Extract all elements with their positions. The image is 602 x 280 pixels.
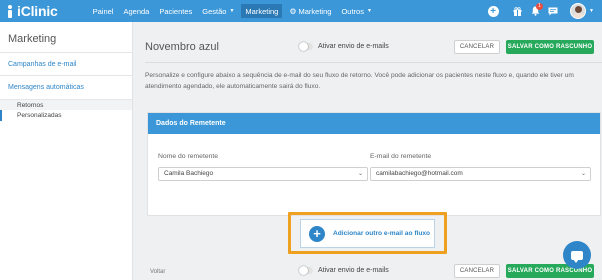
nav-marketing-settings-label: Marketing: [298, 6, 332, 16]
sender-card-title: Dados do Remetente: [148, 113, 600, 134]
nav-outros-label: Outros: [341, 6, 364, 16]
chevron-down-icon: ⌄: [357, 171, 363, 177]
main-nav: Painel Agenda Pacientes Gestão ▼ Marketin…: [88, 0, 377, 22]
flow-description: Personalize e configure abaixo a sequênc…: [145, 72, 574, 90]
footer-cancel-button[interactable]: CANCELAR: [454, 264, 500, 278]
nav-painel[interactable]: Painel: [88, 0, 119, 22]
chevron-down-icon: ▼: [229, 8, 235, 14]
plus-circle-icon: +: [309, 225, 325, 242]
add-email-button[interactable]: + Adicionar outro e-mail ao fluxo: [300, 219, 435, 248]
chevron-down-icon: ▼: [366, 8, 372, 14]
notification-badge: 1: [536, 3, 544, 10]
logo-icon: [6, 4, 15, 18]
sender-name-value: Camila Bachiego: [164, 170, 214, 177]
sender-name-select[interactable]: Camila Bachiego ⌄: [158, 167, 368, 181]
add-email-label: Adicionar outro e-mail ao fluxo: [333, 230, 431, 237]
main-content: Novembro azul Ativar envio de e-mails CA…: [134, 22, 602, 280]
nav-marketing-settings[interactable]: ⚙ Marketing: [284, 0, 336, 22]
nav-agenda[interactable]: Agenda: [118, 0, 154, 22]
top-right-icons: + 1 ▼: [484, 0, 602, 22]
cancel-button[interactable]: CANCELAR: [454, 40, 500, 54]
plus-circle-icon: +: [487, 5, 499, 17]
logo-text: iClinic: [17, 3, 58, 19]
sidebar-title: Marketing: [8, 33, 57, 45]
top-navbar: iClinic Painel Agenda Pacientes Gestão ▼ …: [0, 0, 602, 22]
nav-pacientes[interactable]: Pacientes: [154, 0, 197, 22]
divider: [145, 62, 602, 63]
sidebar-item-automatic-messages[interactable]: Mensagens automáticas: [0, 76, 132, 99]
page-title: Novembro azul: [145, 41, 219, 53]
message-icon: [548, 7, 558, 15]
send-emails-toggle[interactable]: [299, 42, 313, 51]
send-emails-label: Ativar envio de e-mails: [318, 43, 389, 50]
nav-gestao[interactable]: Gestão ▼: [197, 0, 239, 22]
sender-email-select[interactable]: camilabachiego@hotmail.com ⌄: [370, 167, 591, 181]
sidebar-item-email-campaigns[interactable]: Campanhas de e-mail: [0, 53, 132, 76]
messages-button[interactable]: [544, 7, 562, 16]
footer-send-emails-label: Ativar envio de e-mails: [318, 267, 389, 274]
nav-outros[interactable]: Outros ▼: [336, 0, 376, 22]
sender-name-label: Nome do remetente: [158, 153, 219, 160]
gift-icon: [513, 6, 522, 16]
chevron-down-icon[interactable]: ▼: [589, 8, 594, 14]
nav-marketing[interactable]: Marketing: [241, 4, 283, 18]
iclinic-logo[interactable]: iClinic: [6, 3, 58, 19]
back-link[interactable]: Voltar: [150, 269, 165, 275]
chevron-down-icon: ⌄: [580, 171, 586, 177]
sender-email-label: E-mail do remetente: [370, 153, 432, 160]
nav-gestao-label: Gestão: [202, 6, 227, 16]
user-avatar[interactable]: [570, 3, 587, 19]
footer-toggle-row: Ativar envio de e-mails: [299, 266, 389, 275]
chat-button[interactable]: [563, 241, 591, 269]
add-button[interactable]: +: [484, 5, 502, 17]
gift-button[interactable]: [508, 6, 526, 16]
send-toggle-row: Ativar envio de e-mails: [299, 42, 389, 51]
sender-email-value: camilabachiego@hotmail.com: [376, 170, 463, 177]
sidebar: Marketing Campanhas de e-mail Mensagens …: [0, 22, 133, 280]
sender-card: Dados do Remetente Nome do remetente Cam…: [147, 112, 601, 216]
chat-icon: [571, 250, 583, 263]
footer-actions: Voltar Ativar envio de e-mails CANCELAR …: [134, 264, 602, 280]
notifications-button[interactable]: 1: [526, 3, 544, 16]
footer-send-emails-toggle[interactable]: [299, 266, 313, 275]
gear-icon: ⚙: [289, 6, 297, 16]
save-draft-button[interactable]: SALVAR COMO RASCUNHO: [506, 40, 594, 54]
sidebar-subitem-custom[interactable]: Personalizadas: [0, 110, 132, 121]
sidebar-subitem-returns[interactable]: Retornos: [0, 99, 132, 110]
